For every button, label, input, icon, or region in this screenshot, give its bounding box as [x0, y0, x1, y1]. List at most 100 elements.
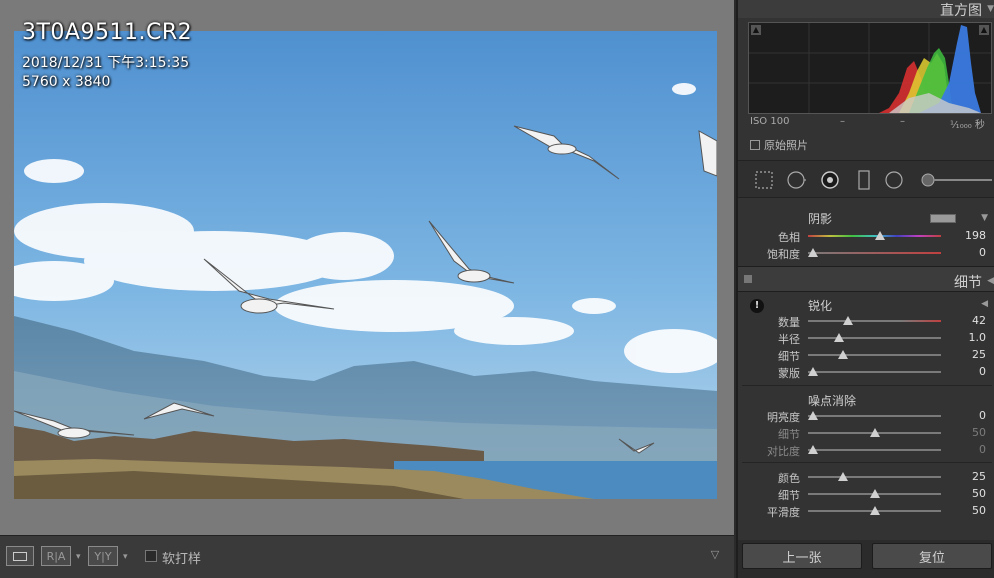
soft-proof-label: 软打样: [162, 552, 202, 567]
photo-image: [14, 31, 717, 499]
noise-reduction-title: 噪点消除: [808, 394, 857, 408]
slider-thumb[interactable]: [808, 411, 819, 420]
shadows-section-title: 阴影: [808, 212, 833, 226]
slider-track[interactable]: [808, 428, 941, 437]
slider-thumb[interactable]: [833, 333, 844, 342]
slider-label: 数量: [778, 316, 800, 329]
photo-dimensions: 5760 x 3840: [22, 74, 111, 90]
section-divider: [742, 385, 992, 386]
detail-panel-title: 细节: [954, 275, 982, 291]
slider-label: 细节: [778, 489, 800, 502]
shadows-menu-icon[interactable]: ▼: [981, 213, 988, 223]
slider-track[interactable]: [808, 506, 941, 515]
shadow-clipping-icon[interactable]: ▲: [751, 25, 761, 35]
photo-filename: 3T0A9511.CR2: [22, 20, 193, 45]
slider-value[interactable]: 0: [946, 409, 986, 422]
iso-value: ISO 100: [750, 116, 790, 127]
shadows-saturation-slider[interactable]: [808, 248, 941, 257]
slider-value[interactable]: 50: [946, 426, 986, 439]
slider-value[interactable]: 50: [946, 487, 986, 500]
slider-value[interactable]: 50: [946, 504, 986, 517]
slider-value[interactable]: 25: [946, 470, 986, 483]
yy-compare-menu-icon[interactable]: ▾: [123, 552, 128, 562]
histogram-header[interactable]: 直方图 ▼: [738, 0, 994, 19]
slider-track[interactable]: [808, 445, 941, 454]
slider-track[interactable]: [808, 333, 941, 342]
spot-removal-icon[interactable]: [786, 170, 806, 190]
detail-collapse-icon[interactable]: ◀: [987, 276, 994, 286]
aperture-value: –: [900, 116, 905, 127]
previous-button[interactable]: 上一张: [742, 543, 862, 569]
red-eye-icon[interactable]: [820, 170, 840, 190]
slider-label: 颜色: [778, 472, 800, 485]
slider-thumb[interactable]: [808, 445, 819, 454]
tool-strip: [738, 160, 994, 198]
slider-value[interactable]: 0: [946, 365, 986, 378]
slider-thumb[interactable]: [869, 428, 880, 437]
alert-icon[interactable]: !: [750, 299, 764, 313]
slider-value[interactable]: 0: [946, 443, 986, 456]
slider-track[interactable]: [808, 367, 941, 376]
before-after-button[interactable]: R|A: [41, 546, 71, 566]
slider-thumb[interactable]: [837, 472, 848, 481]
reset-button[interactable]: 复位: [872, 543, 992, 569]
photo-preview[interactable]: [14, 31, 717, 499]
soft-proof-checkbox[interactable]: [145, 550, 157, 562]
original-photo-checkbox[interactable]: [750, 140, 760, 150]
slider-value[interactable]: 1.0: [946, 331, 987, 344]
slider-thumb[interactable]: [837, 350, 848, 359]
panel-switch-icon[interactable]: [744, 275, 752, 283]
radial-filter-icon[interactable]: [884, 170, 904, 190]
slider-thumb[interactable]: [808, 248, 819, 257]
adjustment-brush-icon[interactable]: [918, 170, 992, 190]
slider-track[interactable]: [808, 472, 941, 481]
focal-length-value: –: [840, 116, 845, 127]
slider-value[interactable]: 198: [946, 229, 986, 242]
slider-label: 色相: [778, 231, 800, 244]
right-panel: 直方图 ▼ ▲ ▲ ISO 100 – – ¹⁄₁₀₀₀ 秒 原始照片 阴影 ▼…: [736, 0, 994, 578]
shutter-value: ¹⁄₁₀₀₀ 秒: [950, 120, 985, 131]
before-after-menu-icon[interactable]: ▾: [76, 552, 81, 562]
bottom-buttons: 上一张 复位: [738, 540, 994, 578]
detail-panel-header[interactable]: 细节 ◀: [738, 266, 994, 292]
slider-label: 平滑度: [767, 506, 800, 519]
slider-label: 对比度: [767, 445, 800, 458]
loupe-view-button[interactable]: [6, 546, 34, 566]
yy-compare-button[interactable]: Y|Y: [88, 546, 118, 566]
slider-label: 饱和度: [767, 248, 800, 261]
slider-thumb[interactable]: [808, 367, 819, 376]
histogram-collapse-icon[interactable]: ▼: [987, 4, 994, 14]
slider-track[interactable]: [808, 411, 941, 420]
slider-label: 明亮度: [767, 411, 800, 424]
slider-value[interactable]: 25: [946, 348, 986, 361]
slider-track[interactable]: [808, 350, 941, 359]
shadows-color-swatch[interactable]: [930, 214, 956, 223]
crop-icon[interactable]: [754, 170, 774, 190]
slider-track[interactable]: [808, 316, 941, 325]
histogram-chart[interactable]: ▲ ▲: [748, 22, 992, 114]
slider-label: 半径: [778, 333, 800, 346]
histogram-graph: [749, 23, 991, 113]
shadows-hue-slider[interactable]: [808, 231, 941, 240]
slider-value[interactable]: 0: [946, 246, 986, 259]
slider-thumb[interactable]: [869, 489, 880, 498]
toolbar-menu-icon[interactable]: ▽: [705, 548, 725, 566]
sharpening-title: 锐化: [808, 299, 833, 313]
highlight-clipping-icon[interactable]: ▲: [979, 25, 989, 35]
slider-track[interactable]: [808, 489, 941, 498]
sharpening-target-icon[interactable]: ◀: [981, 299, 988, 309]
slider-value[interactable]: 42: [946, 314, 986, 327]
original-photo-label: 原始照片: [764, 139, 808, 152]
loupe-view-icon: [13, 551, 27, 561]
photo-datetime: 2018/12/31 下午3:15:35: [22, 55, 190, 71]
section-divider: [742, 462, 992, 463]
slider-thumb[interactable]: [869, 506, 880, 515]
photo-canvas: 3T0A9511.CR2 2018/12/31 下午3:15:35 5760 x…: [0, 0, 734, 535]
bottom-toolbar: R|A ▾ Y|Y ▾ 软打样 ▽: [0, 535, 734, 578]
histogram-title: 直方图: [940, 3, 982, 19]
slider-label: 蒙版: [778, 367, 800, 380]
graduated-filter-icon[interactable]: [854, 170, 874, 190]
slider-thumb[interactable]: [874, 231, 885, 240]
slider-thumb[interactable]: [842, 316, 853, 325]
slider-label: 细节: [778, 428, 800, 441]
